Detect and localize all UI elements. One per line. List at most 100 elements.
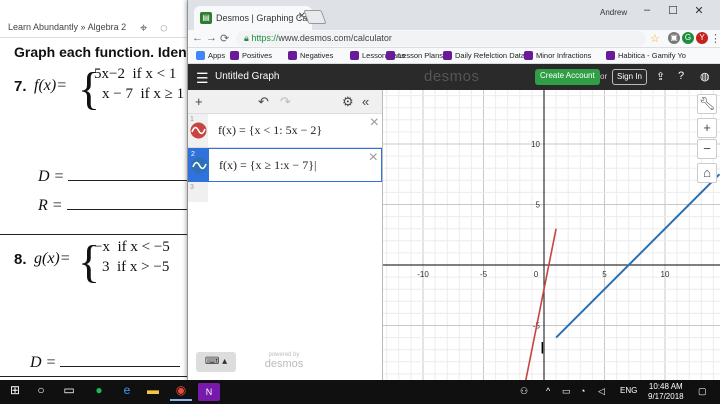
graph-canvas[interactable]: -10-50510105-5I <box>383 90 720 380</box>
zoom-in-icon[interactable]: + <box>697 118 717 138</box>
help-icon[interactable]: ? <box>678 70 684 82</box>
hamburger-menu-icon[interactable]: ☰ <box>196 70 209 87</box>
graph-color-icon[interactable] <box>191 157 208 174</box>
bookmark-label: Negatives <box>300 51 334 60</box>
bookmark-icon <box>350 51 359 60</box>
bookmark-item[interactable]: Positives <box>230 51 272 60</box>
tab-desmos[interactable]: ▤ Desmos | Graphing Calcul ✕ <box>194 6 312 30</box>
network-icon[interactable]: ◔ <box>580 386 585 396</box>
expression-gutter: 2 <box>189 149 209 181</box>
forward-icon[interactable]: → <box>206 32 217 44</box>
onenote-icon[interactable]: N <box>198 383 220 401</box>
battery-icon[interactable]: ▭ <box>562 386 571 397</box>
bookmark-item[interactable]: Minor Infractions <box>524 51 591 60</box>
language-indicator[interactable]: ENG <box>620 386 637 395</box>
bookmark-item[interactable]: Daily Refelction Data <box>443 51 525 60</box>
expression-gutter: 1 <box>188 114 208 147</box>
edge-icon[interactable]: e <box>116 383 138 401</box>
add-item-icon[interactable]: + <box>195 94 203 109</box>
undo-icon[interactable]: ↶ <box>258 94 269 110</box>
extension-icon[interactable]: ▣ <box>668 32 680 44</box>
x-tick-label: 5 <box>602 270 607 279</box>
document-body: Graph each function. Iden 7. f(x)= { 5x−… <box>0 38 187 380</box>
bookmark-item[interactable]: Lesson Plans <box>386 51 443 60</box>
bookmark-icon <box>288 51 297 60</box>
bookmark-label: Minor Infractions <box>536 51 592 60</box>
case-1: 5x−2 if x < 1 <box>94 66 177 82</box>
x-tick-label: -10 <box>417 270 429 279</box>
desmos-header: ☰ Untitled Graph desmos Create Account o… <box>188 64 720 90</box>
settings-gear-icon[interactable]: ⚙ <box>342 94 354 110</box>
people-icon[interactable]: ⚇ <box>520 386 528 397</box>
expression-panel: + ↶ ↷ ⚙ « 1 f(x) = {x < 1: 5x − 2} × 2 f… <box>188 90 383 380</box>
function-lhs: g(x)= <box>34 250 71 267</box>
collapse-panel-icon[interactable]: « <box>362 94 369 109</box>
bookmark-item[interactable]: Habitica - Gamify Yo <box>606 51 686 60</box>
minimize-icon[interactable]: – <box>636 4 658 16</box>
home-icon[interactable]: ⌂ <box>697 163 717 183</box>
graph-paper[interactable]: -10-50510105-5I 🔧︎ + − ⌂ <box>383 90 720 380</box>
delete-expression-icon[interactable]: × <box>370 114 379 132</box>
graph-color-icon[interactable] <box>190 122 207 139</box>
menu-dots-icon[interactable]: ⋮ <box>710 32 720 45</box>
file-explorer-icon[interactable]: ▬ <box>142 383 164 401</box>
search-icon[interactable]: ○ <box>30 383 52 401</box>
redo-icon[interactable]: ↷ <box>280 94 291 110</box>
expression-text[interactable]: f(x) = {x < 1: 5x − 2} <box>218 123 322 138</box>
show-hidden-icons-icon[interactable]: ^ <box>546 386 550 396</box>
desmos-logo: desmos <box>424 68 480 85</box>
task-view-icon[interactable]: ▭ <box>58 383 80 401</box>
expression-row-2[interactable]: 2 f(x) = {x ≥ 1:x − 7}| × <box>188 148 382 182</box>
chrome-icon[interactable]: ◉ <box>170 383 192 401</box>
x-tick-label: 0 <box>534 270 539 279</box>
expression-gutter: 3 <box>188 182 208 202</box>
bookmark-item[interactable]: Apps <box>196 51 225 60</box>
bookmark-star-icon[interactable]: ☆ <box>650 32 660 45</box>
bookmark-icon <box>443 51 452 60</box>
graph-title[interactable]: Untitled Graph <box>215 71 279 82</box>
sign-in-button[interactable]: Sign In <box>612 69 647 85</box>
pin-icon[interactable]: ⌖ <box>140 20 147 36</box>
zoom-out-icon[interactable]: − <box>697 139 717 159</box>
bookmark-item[interactable]: Negatives <box>288 51 333 60</box>
bookmark-label: Habitica - Gamify Yo <box>618 51 686 60</box>
maximize-icon[interactable]: ☐ <box>662 4 684 17</box>
create-account-button[interactable]: Create Account <box>535 69 600 85</box>
grammarly-icon[interactable]: G <box>682 32 694 44</box>
case-1: −x if x < −5 <box>94 239 170 255</box>
volume-icon[interactable]: ◁ <box>598 386 605 397</box>
spotify-icon[interactable]: ● <box>88 383 110 401</box>
windows-start-icon[interactable]: ⊞ <box>4 383 26 401</box>
loading-icon[interactable]: ◌ <box>160 20 168 35</box>
url-input[interactable]: 🔒︎ https://www.desmos.com/calculator <box>236 31 646 46</box>
globe-icon[interactable]: ◍ <box>700 70 710 83</box>
expression-row-1[interactable]: 1 f(x) = {x < 1: 5x − 2} × <box>188 114 382 148</box>
function-lhs: f(x)= <box>34 77 67 94</box>
document-title: Learn Abundantly » Algebra 2 <box>8 22 127 32</box>
back-icon[interactable]: ← <box>192 32 203 44</box>
reload-icon[interactable]: ⟳ <box>220 32 229 45</box>
share-icon[interactable]: ⇪ <box>656 70 665 83</box>
powered-by-desmos: powered by desmos <box>264 352 304 370</box>
expression-toolbar: + ↶ ↷ ⚙ « <box>188 90 382 114</box>
wrench-icon[interactable]: 🔧︎ <box>697 94 717 114</box>
keyboard-toggle-button[interactable]: ⌨ ▴ <box>196 352 236 372</box>
bookmark-icon <box>606 51 615 60</box>
problem-number: 7. <box>14 78 27 95</box>
profile-name[interactable]: Andrew <box>600 8 627 17</box>
delete-expression-icon[interactable]: × <box>369 149 378 167</box>
close-window-icon[interactable]: ✕ <box>688 4 710 17</box>
bookmark-label: Positives <box>242 51 273 60</box>
domain-answer-line: D = <box>38 168 187 186</box>
y-tick-label: 5 <box>536 201 541 210</box>
clock[interactable]: 10:48 AM 9/17/2018 <box>648 382 684 402</box>
extension-icon[interactable]: Y <box>696 32 708 44</box>
notifications-icon[interactable]: ▢ <box>698 386 707 397</box>
expression-row-3[interactable]: 3 <box>188 182 382 202</box>
problem-number: 8. <box>14 251 27 268</box>
address-bar-row: ← → ⟳ 🔒︎ https://www.desmos.com/calculat… <box>188 30 720 48</box>
x-tick-label: 10 <box>661 270 670 279</box>
new-tab-button[interactable] <box>303 10 327 24</box>
expression-text[interactable]: f(x) = {x ≥ 1:x − 7}| <box>219 158 316 173</box>
bookmark-label: Lesson Plans <box>398 51 444 60</box>
